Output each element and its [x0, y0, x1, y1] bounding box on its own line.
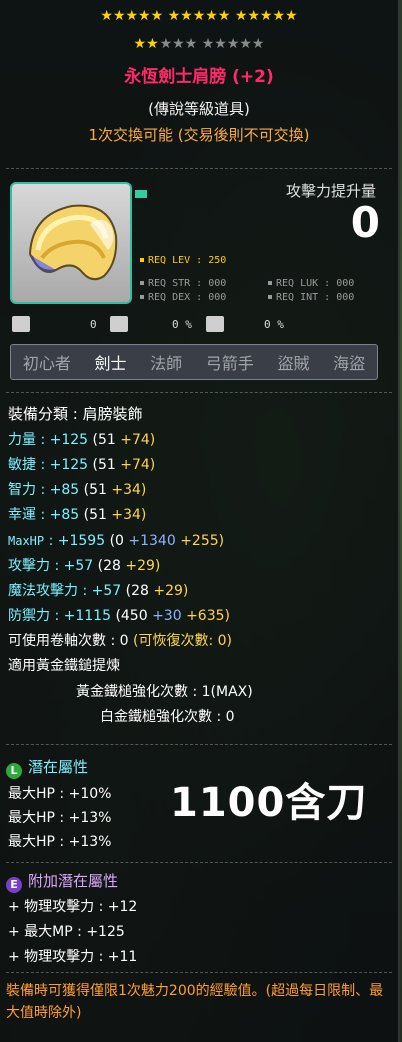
additional-line-3: + 物理攻擊力 : +11: [8, 949, 138, 965]
charm-exp-note: 裝備時可獲得僅限1次魅力200的經驗值。(超過每日限制、最大值時除外): [6, 983, 384, 1021]
stat-defense: 防禦力 : +1115 (450 +30 +635): [8, 608, 230, 624]
job-archer: 弓箭手: [205, 354, 254, 373]
ied-icon: [110, 316, 128, 332]
job-requirement-bar: 初心者 劍士 法師 弓箭手 盜賊 海盜: [10, 344, 378, 380]
item-name: 永恆劍士肩膀 (+2): [124, 67, 274, 87]
stat-int: 智力 : +85 (51 +34): [8, 482, 147, 498]
item-icon-frame: [10, 182, 132, 304]
golden-hammer-count: 黃金鐵槌強化次數 : 1(MAX): [76, 684, 253, 700]
req-luk: REQ LUK : 000: [268, 278, 354, 289]
star-icons-gray: ★★★ ★★★★★: [159, 36, 265, 52]
trade-note: 1次交換可能 (交易後則不可交換): [88, 126, 310, 144]
additional-line-1: + 物理攻擊力 : +12: [8, 899, 138, 915]
item-tooltip: ★★★★★ ★★★★★ ★★★★★ ★★★★★ ★★★★★ 永恆劍士肩膀 (+2…: [0, 0, 400, 1042]
divider: [6, 744, 392, 745]
boss-damage-icon: [206, 316, 224, 332]
legendary-badge-icon: L: [6, 763, 22, 779]
star-force-row-2: ★★★★★ ★★★★★: [0, 36, 398, 52]
platinum-hammer-count: 白金鐵槌強化次數 : 0: [100, 709, 235, 725]
req-str: REQ STR : 000: [140, 278, 226, 289]
flag-icon: [135, 190, 147, 198]
upgrade-slots: 可使用卷軸次數 : 0 (可恢復次數: 0): [8, 633, 232, 649]
stat-magic-attack: 魔法攻擊力 : +57 (28 +29): [8, 583, 189, 599]
item-grade: (傳說等級道具): [148, 100, 250, 118]
star-icons-gold: ★★: [133, 36, 159, 52]
potential-header: L 潛在屬性: [6, 756, 88, 779]
potential-line-1: 最大HP : +10%: [8, 786, 112, 802]
job-thief: 盜賊: [277, 354, 310, 373]
ied-value: 0 %: [172, 318, 192, 331]
req-level: REQ LEV : 250: [140, 255, 226, 266]
job-pirate: 海盜: [333, 354, 366, 373]
stat-str: 力量 : +125 (51 +74): [8, 432, 156, 448]
stat-attack: 攻擊力 : +57 (28 +29): [8, 558, 161, 574]
epic-badge-icon: E: [6, 877, 22, 893]
overlay-annotation: 1100含刀: [170, 780, 368, 826]
job-warrior: 劍士: [94, 354, 127, 373]
divider: [6, 168, 392, 169]
attack-increase-value: 0: [350, 198, 380, 247]
job-beginner: 初心者: [22, 354, 71, 373]
boss-damage-value: 0 %: [264, 318, 284, 331]
golden-hammer-note: 適用黃金鐵鎚提煉: [8, 658, 120, 674]
potential-line-2: 最大HP : +13%: [8, 810, 112, 826]
req-dex: REQ DEX : 000: [140, 292, 226, 303]
potential-line-3: 最大HP : +13%: [8, 834, 112, 850]
divider: [6, 862, 392, 863]
equip-category: 裝備分類 : 肩膀裝飾: [8, 405, 143, 423]
durability-icon: [12, 316, 30, 332]
additional-line-2: + 最大MP : +125: [8, 924, 125, 940]
shoulder-armor-icon: [28, 204, 118, 281]
stat-maxhp: MaxHP : +1595 (0 +1340 +255): [8, 533, 225, 549]
stat-dex: 敏捷 : +125 (51 +74): [8, 457, 156, 473]
stat-luk: 幸運 : +85 (51 +34): [8, 507, 147, 523]
divider: [6, 392, 392, 393]
star-force-row-1: ★★★★★ ★★★★★ ★★★★★: [0, 8, 398, 24]
divider: [6, 972, 392, 973]
additional-potential-header: E 附加潛在屬性: [6, 870, 118, 893]
job-magician: 法師: [150, 354, 183, 373]
durability-value: 0: [90, 318, 97, 331]
req-int: REQ INT : 000: [268, 292, 354, 303]
star-icons: ★★★★★ ★★★★★ ★★★★★: [100, 8, 298, 24]
